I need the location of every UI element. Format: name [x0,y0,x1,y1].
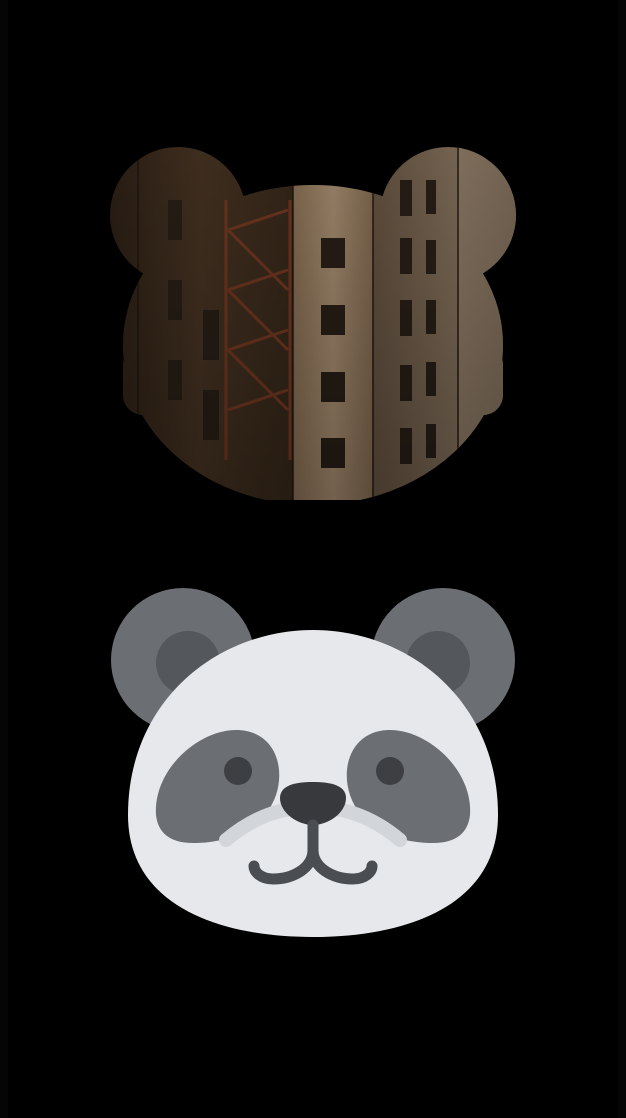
panda-icon [108,585,518,945]
panda-right-eye [376,757,404,785]
screen-edge-right [618,0,626,1118]
screen-edge-left [0,0,8,1118]
panda-left-eye [224,757,252,785]
panda-svg [111,588,515,937]
bear-masked-image [108,140,518,500]
bear-mask-svg [110,147,516,500]
screen [0,0,626,1118]
